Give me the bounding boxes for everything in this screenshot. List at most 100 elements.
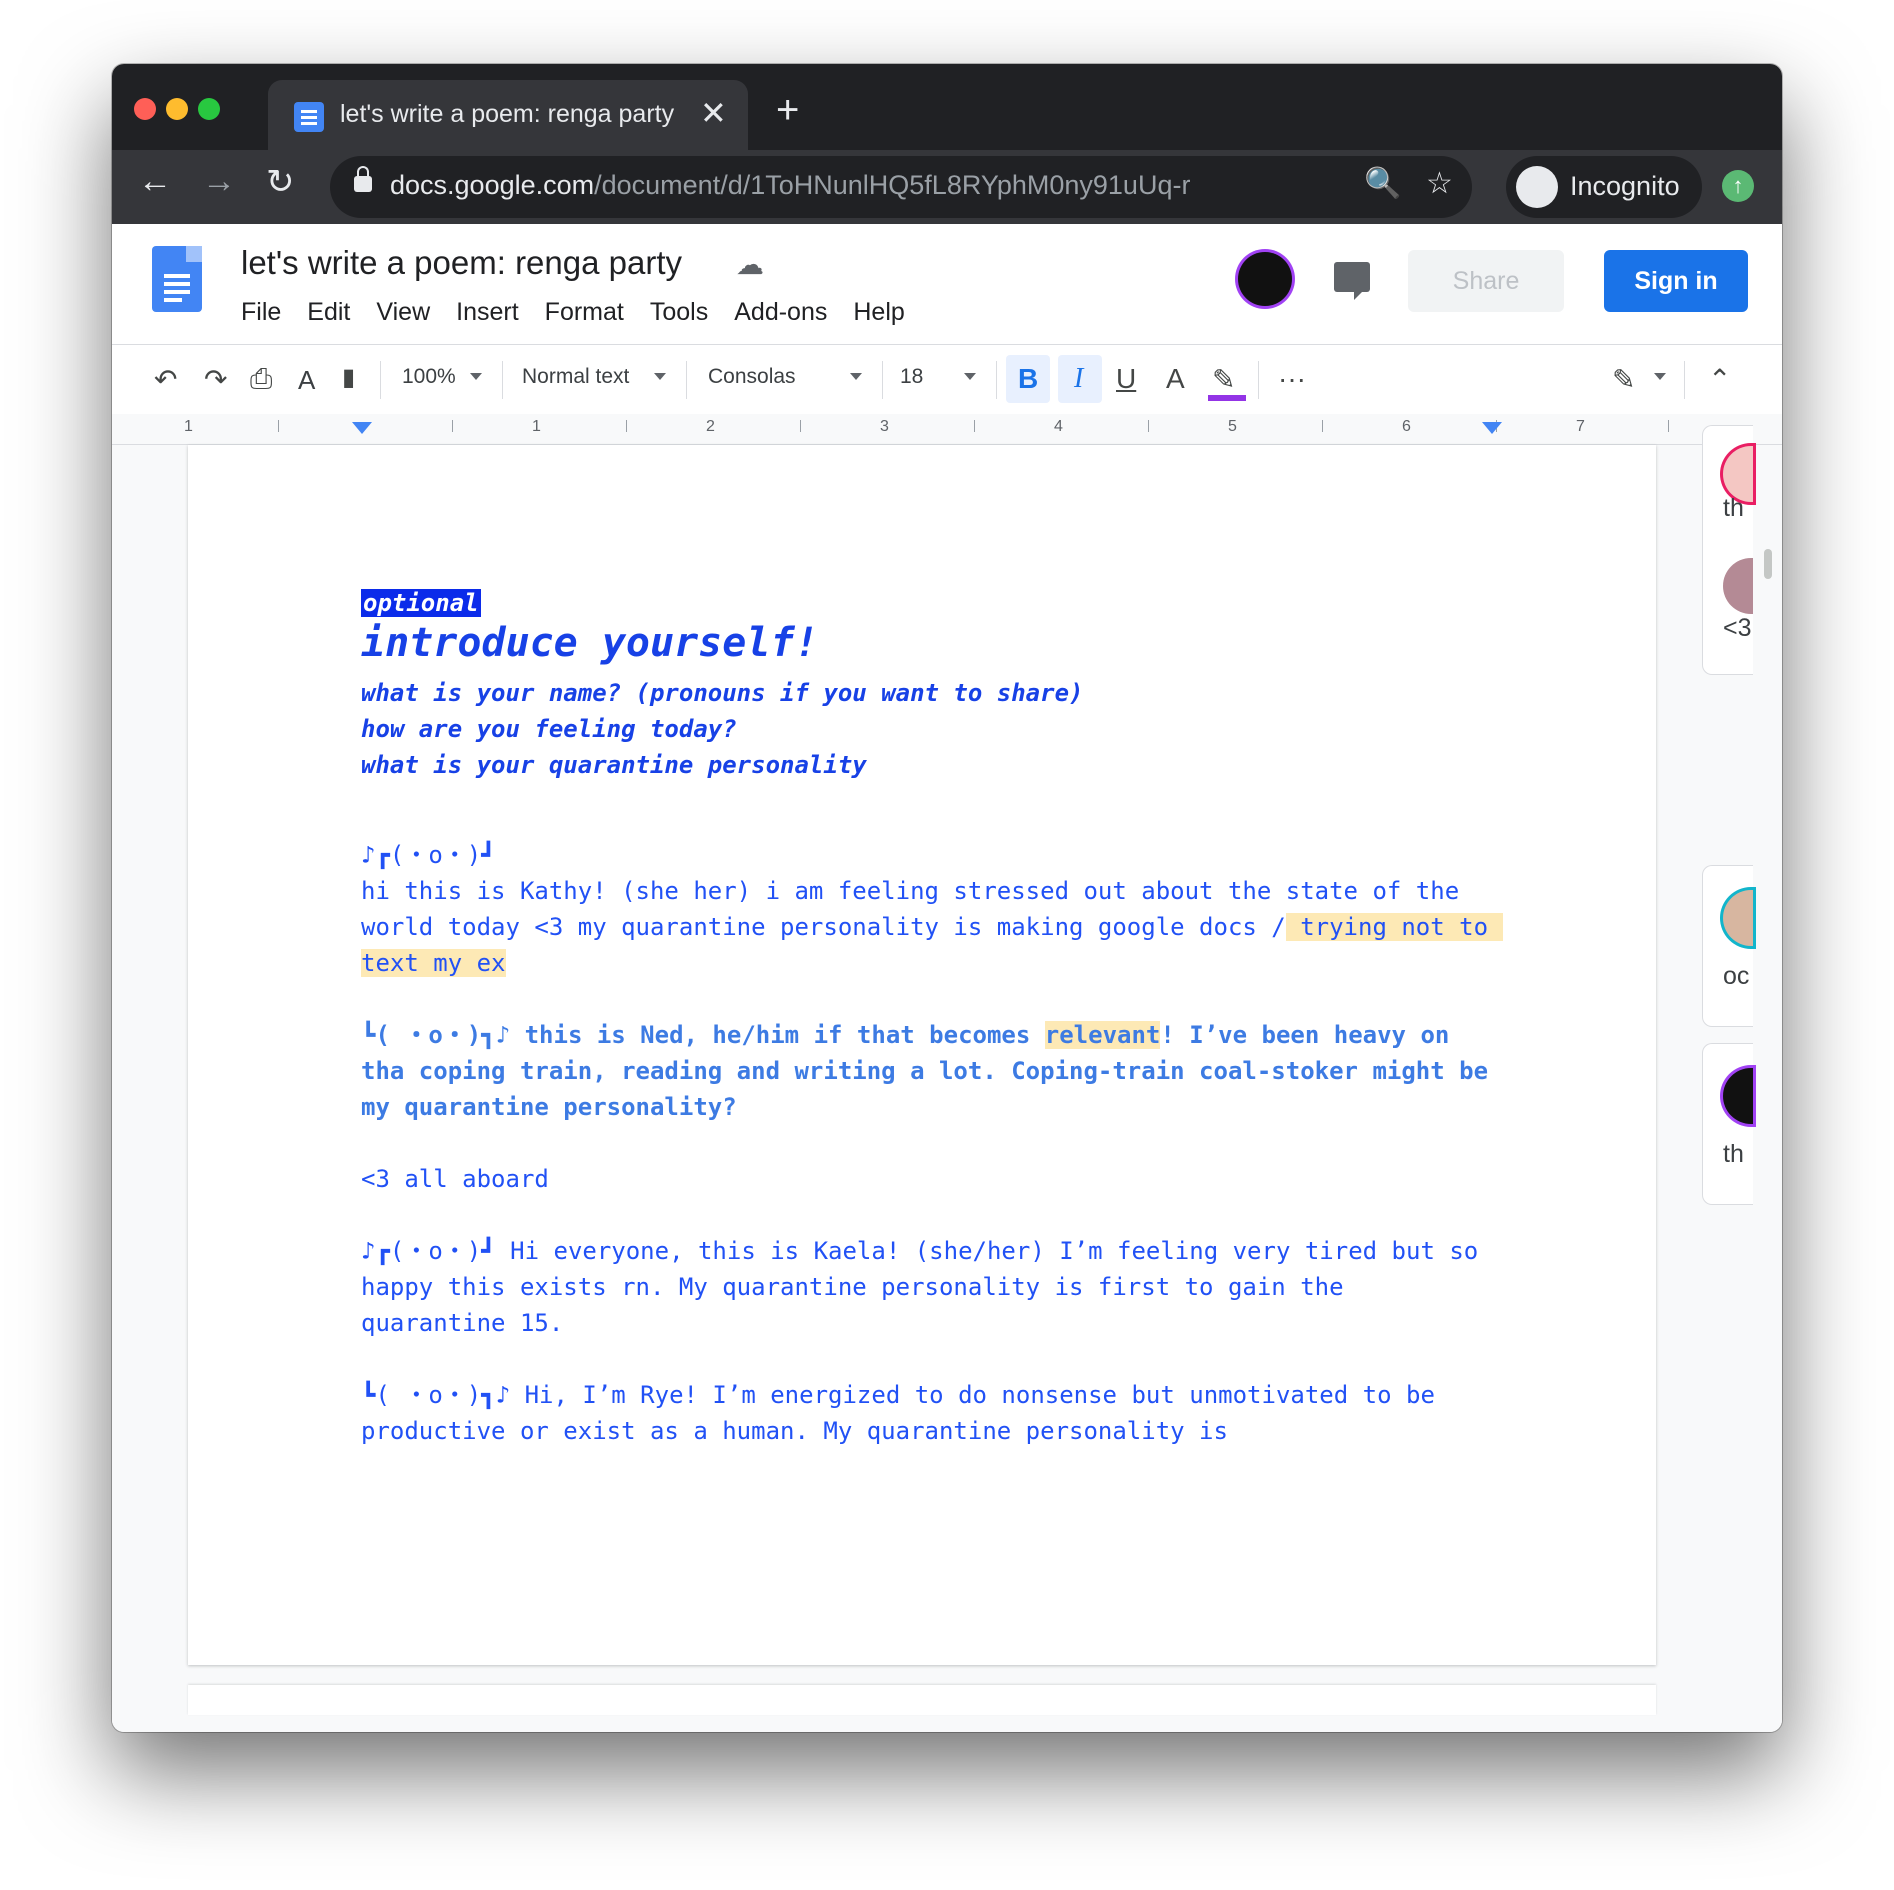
undo-icon[interactable]: ↶ (154, 363, 177, 396)
highlight-color-swatch (1208, 395, 1246, 401)
comment-snippet: th (1723, 494, 1744, 522)
forward-icon[interactable]: → (202, 162, 236, 201)
menu-bar: File Edit View Insert Format Tools Add-o… (241, 298, 905, 327)
all-aboard-line[interactable]: <3 all aboard (361, 1161, 1491, 1197)
browser-toolbar: ← → ↻ docs.google.com/document/d/1ToHNun… (112, 150, 1782, 224)
avatar (1723, 890, 1753, 946)
lock-icon[interactable] (354, 166, 372, 192)
avatar (1723, 1068, 1753, 1124)
incognito-icon (1516, 166, 1558, 208)
browser-tab[interactable]: let's write a poem: renga party ✕ (268, 80, 748, 150)
left-indent-marker[interactable] (352, 422, 372, 434)
comment-card[interactable]: th <3 (1702, 425, 1753, 675)
chevron-down-icon (470, 373, 482, 380)
tab-close-icon[interactable]: ✕ (700, 94, 727, 132)
bold-button[interactable]: B (1018, 363, 1038, 395)
tab-strip: let's write a poem: renga party ✕ + (112, 64, 1782, 150)
share-button[interactable]: Share (1408, 250, 1564, 312)
address-bar[interactable]: docs.google.com/document/d/1ToHNunlHQ5fL… (330, 156, 1472, 218)
italic-button[interactable]: I (1074, 363, 1083, 395)
menu-add-ons[interactable]: Add-ons (734, 298, 827, 327)
formatting-toolbar: ↶ ↷ ⎙ A ▮ 100% Normal text Consolas 18 B… (112, 344, 1782, 416)
text-color-button[interactable]: A (1166, 363, 1185, 395)
spellcheck-icon[interactable]: A (298, 365, 315, 396)
comments-rail: th <3 oc th (1702, 425, 1772, 1732)
prompt-line[interactable]: what is your name? (pronouns if you want… (361, 675, 1491, 711)
bookmark-star-icon[interactable]: ☆ (1426, 166, 1453, 201)
vertical-scrollbar[interactable] (1764, 549, 1772, 579)
reload-icon[interactable]: ↻ (266, 162, 295, 202)
highlighted-text[interactable]: relevant (1044, 1021, 1161, 1049)
url-text[interactable]: docs.google.com/document/d/1ToHNunlHQ5fL… (390, 170, 1190, 201)
new-tab-button[interactable]: + (776, 88, 799, 133)
highlight-color-icon[interactable]: ✎ (1212, 363, 1235, 396)
docs-favicon-icon (294, 102, 324, 132)
intro-heading[interactable]: introduce yourself! (361, 617, 1491, 669)
ruler-label: 6 (1402, 418, 1411, 435)
minimize-window-button[interactable] (166, 98, 188, 120)
editing-mode-icon[interactable]: ✎ (1612, 363, 1635, 396)
close-window-button[interactable] (134, 98, 156, 120)
comment-card[interactable]: th (1702, 1043, 1753, 1205)
collaborator-avatar[interactable] (1238, 252, 1292, 306)
chevron-down-icon (850, 373, 862, 380)
font-size-select[interactable]: 18 (900, 365, 923, 389)
ruler-label: 1 (532, 418, 541, 435)
ruler-label: 1 (184, 418, 193, 435)
kathy-prefix[interactable]: ♪┏(・o・)┛ (361, 837, 1491, 873)
tab-title: let's write a poem: renga party (340, 100, 675, 128)
menu-tools[interactable]: Tools (650, 298, 708, 327)
update-icon[interactable]: ↑ (1722, 170, 1754, 202)
browser-window: let's write a poem: renga party ✕ + ← → … (112, 64, 1782, 1732)
document-title[interactable]: let's write a poem: renga party (241, 244, 682, 282)
paragraph-style-select[interactable]: Normal text (522, 365, 629, 389)
comment-history-icon[interactable] (1334, 262, 1370, 300)
ruler: 1 1 2 3 4 5 6 7 (112, 414, 1782, 445)
menu-view[interactable]: View (376, 298, 430, 327)
intro-block[interactable]: optional (361, 585, 1491, 621)
right-indent-marker[interactable] (1482, 422, 1502, 434)
rye-entry[interactable]: ┗( ・o・)┓♪ Hi, I’m Rye! I’m energized to … (361, 1377, 1491, 1449)
underline-button[interactable]: U (1116, 363, 1136, 395)
comment-card[interactable]: oc (1702, 865, 1753, 1027)
kathy-entry[interactable]: hi this is Kathy! (she her) i am feeling… (361, 873, 1503, 981)
zoom-icon[interactable]: 🔍 (1364, 166, 1401, 201)
prompt-line[interactable]: what is your quarantine personality (361, 747, 1491, 783)
optional-tag: optional (361, 589, 481, 617)
ruler-label: 4 (1054, 418, 1063, 435)
avatar (1723, 558, 1753, 614)
incognito-indicator[interactable]: Incognito (1506, 156, 1702, 218)
docs-logo-icon[interactable] (152, 246, 202, 312)
comment-snippet: oc (1723, 962, 1750, 990)
menu-insert[interactable]: Insert (456, 298, 519, 327)
document-page[interactable]: optional introduce yourself! what is you… (188, 445, 1656, 1665)
cloud-status-icon[interactable]: ☁ (736, 248, 764, 281)
menu-help[interactable]: Help (853, 298, 904, 327)
collapse-menus-icon[interactable]: ⌃ (1708, 363, 1731, 396)
paint-format-icon[interactable]: ▮ (342, 363, 355, 392)
chevron-down-icon (1654, 373, 1666, 380)
docs-header: let's write a poem: renga party ☁ File E… (112, 224, 1782, 344)
sign-in-button[interactable]: Sign in (1604, 250, 1748, 312)
prompt-line[interactable]: how are you feeling today? (361, 711, 1491, 747)
next-page-edge (188, 1685, 1656, 1715)
ned-entry[interactable]: ┗( ・o・)┓♪ this is Ned, he/him if that be… (361, 1017, 1491, 1125)
menu-edit[interactable]: Edit (307, 298, 350, 327)
more-options-icon[interactable]: ··· (1278, 363, 1306, 395)
menu-format[interactable]: Format (545, 298, 624, 327)
back-icon[interactable]: ← (138, 162, 172, 201)
comment-snippet: <3 (1723, 614, 1752, 642)
print-icon[interactable]: ⎙ (250, 363, 272, 396)
zoom-select[interactable]: 100% (402, 365, 456, 389)
incognito-label: Incognito (1570, 171, 1680, 201)
ruler-label: 3 (880, 418, 889, 435)
ruler-label: 5 (1228, 418, 1237, 435)
ruler-label: 7 (1576, 418, 1585, 435)
maximize-window-button[interactable] (198, 98, 220, 120)
menu-file[interactable]: File (241, 298, 281, 327)
kaela-entry[interactable]: ♪┏(・o・)┛ Hi everyone, this is Kaela! (sh… (361, 1233, 1491, 1341)
font-select[interactable]: Consolas (708, 365, 796, 389)
document-canvas: optional introduce yourself! what is you… (112, 425, 1782, 1732)
chevron-down-icon (964, 373, 976, 380)
redo-icon[interactable]: ↷ (204, 363, 227, 396)
